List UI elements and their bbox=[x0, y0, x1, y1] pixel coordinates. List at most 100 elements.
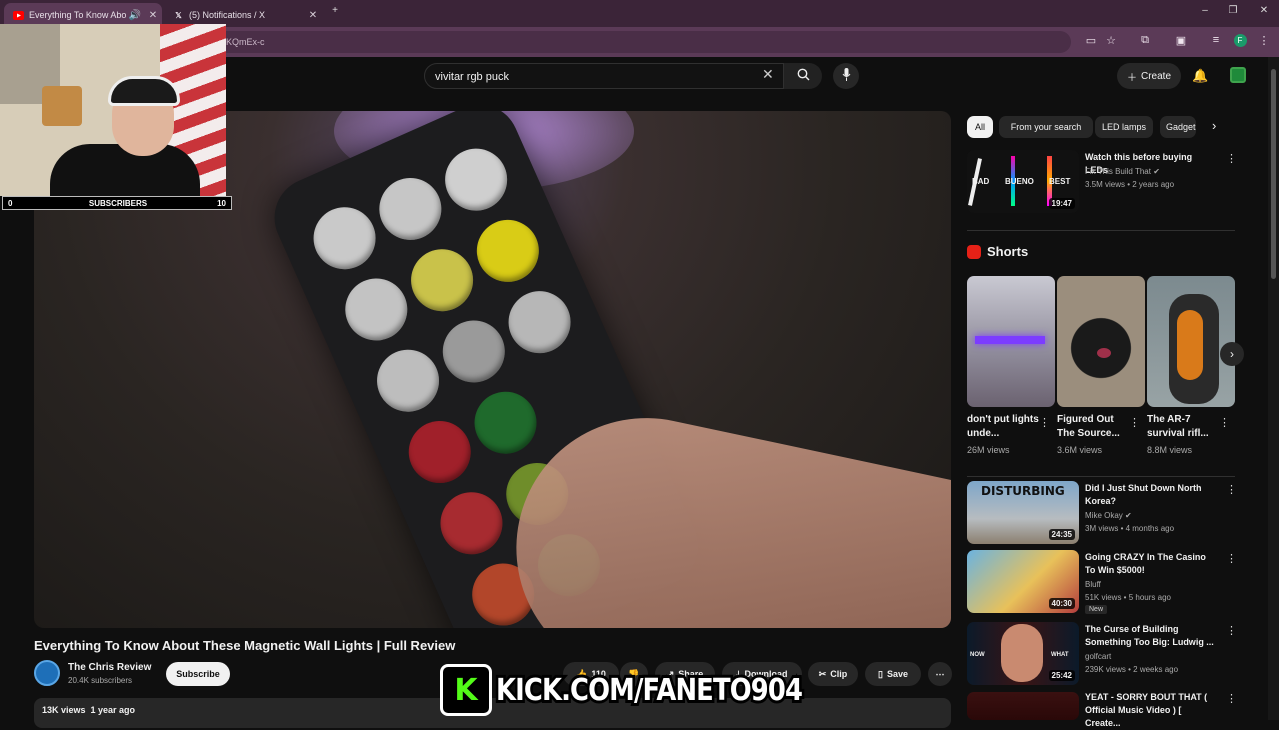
recommendation-title[interactable]: The Curse of Building Something Too Big:… bbox=[1085, 623, 1217, 649]
remote-button bbox=[367, 339, 449, 422]
short-thumbnail[interactable] bbox=[1057, 276, 1145, 407]
more-options-icon[interactable]: ⋮ bbox=[1226, 552, 1237, 565]
channel-name[interactable]: The Chris Review bbox=[68, 662, 151, 673]
subscribe-button[interactable]: Subscribe bbox=[166, 662, 230, 686]
more-horizontal-icon: ⋯ bbox=[935, 668, 945, 679]
save-playlist-icon: ▯ bbox=[878, 668, 883, 679]
short-title[interactable]: don't put lights unde... bbox=[967, 413, 1043, 441]
create-button[interactable]: ＋ Create bbox=[1117, 63, 1181, 89]
profile-avatar-icon[interactable]: F bbox=[1231, 34, 1249, 47]
divider bbox=[967, 230, 1235, 231]
subscriber-count: 20.4K subscribers bbox=[68, 676, 133, 685]
streamer-webcam bbox=[0, 24, 226, 196]
recommendation-channel[interactable]: Mike Okay ✔ bbox=[1085, 511, 1132, 520]
recommendation-channel[interactable]: golfcart bbox=[1085, 652, 1111, 661]
chevron-right-icon[interactable]: › bbox=[1212, 118, 1216, 133]
close-tab-icon[interactable]: ✕ bbox=[304, 10, 322, 21]
short-title[interactable]: Figured Out The Source... bbox=[1057, 413, 1133, 441]
plus-icon: ＋ bbox=[1126, 72, 1137, 84]
x-favicon-icon: 𝕏 bbox=[175, 10, 182, 20]
video-thumbnail[interactable]: NOW WHAT 25:42 bbox=[967, 622, 1079, 685]
minimize-icon[interactable]: – bbox=[1195, 5, 1215, 16]
reading-list-icon[interactable]: ≡ bbox=[1207, 34, 1225, 46]
chip-led-lamps[interactable]: LED lamps bbox=[1095, 116, 1153, 138]
recommendation-meta: 239K views • 2 weeks ago bbox=[1085, 665, 1179, 674]
video-duration: 25:42 bbox=[1048, 670, 1075, 681]
new-tab-button[interactable]: + bbox=[325, 5, 345, 16]
kick-logo: K bbox=[440, 664, 492, 716]
short-thumbnail[interactable] bbox=[967, 276, 1055, 407]
close-tab-icon[interactable]: ✕ bbox=[144, 10, 162, 21]
verified-icon: ✔ bbox=[1125, 511, 1132, 520]
view-stats: 13K views 1 year ago bbox=[42, 705, 136, 715]
browser-menu-icon[interactable]: ⋮ bbox=[1255, 34, 1273, 47]
shorts-next-button[interactable]: › bbox=[1220, 342, 1244, 366]
recommendation-title[interactable]: Did I Just Shut Down North Korea? bbox=[1085, 482, 1217, 508]
more-options-icon[interactable]: ⋮ bbox=[1129, 416, 1140, 429]
short-title[interactable]: The AR-7 survival rifl... bbox=[1147, 413, 1223, 441]
scrollbar-thumb[interactable] bbox=[1271, 69, 1276, 279]
video-thumbnail[interactable] bbox=[967, 692, 1079, 720]
save-label: Save bbox=[886, 669, 908, 679]
thumb-label: DISTURBING bbox=[981, 484, 1065, 498]
recommendation-title[interactable]: Going CRAZY In The Casino To Win $5000! bbox=[1085, 551, 1217, 577]
notifications-bell-icon[interactable]: 🔔 bbox=[1192, 68, 1208, 84]
chip-all[interactable]: All bbox=[967, 116, 993, 138]
remote-button bbox=[430, 482, 513, 565]
remote-button bbox=[464, 381, 547, 464]
remote-button bbox=[466, 209, 549, 292]
save-button[interactable]: ▯ Save bbox=[865, 662, 921, 686]
goal-target: 10 bbox=[217, 199, 226, 208]
video-thumbnail[interactable]: 40:30 bbox=[967, 550, 1079, 613]
more-options-icon[interactable]: ⋮ bbox=[1219, 416, 1230, 429]
tab-search-icon[interactable]: ▣ bbox=[1172, 34, 1190, 47]
url-field[interactable]: KQmEx-c bbox=[216, 31, 1071, 53]
channel-name: Fix This Build That bbox=[1085, 167, 1151, 176]
bookmark-star-icon[interactable]: ☆ bbox=[1102, 34, 1120, 47]
chip-gadgets[interactable]: Gadgets bbox=[1160, 116, 1196, 138]
voice-search-button[interactable] bbox=[833, 63, 859, 89]
video-duration: 24:35 bbox=[1048, 529, 1075, 540]
search-button[interactable] bbox=[784, 63, 822, 89]
remote-button bbox=[432, 310, 515, 393]
speaker-icon[interactable]: 🔊 bbox=[126, 10, 144, 21]
url-text: KQmEx-c bbox=[226, 37, 265, 47]
clear-search-icon[interactable]: ✕ bbox=[762, 66, 774, 83]
more-options-icon[interactable]: ⋮ bbox=[1226, 624, 1237, 637]
browser-tab-strip: Everything To Know About 🔊 ✕ 𝕏 (5) Notif… bbox=[0, 0, 1279, 27]
chair bbox=[42, 86, 82, 126]
short-views: 3.6M views bbox=[1057, 445, 1103, 455]
video-thumbnail[interactable]: DISTURBING 24:35 bbox=[967, 481, 1079, 544]
restore-icon[interactable]: ❐ bbox=[1223, 5, 1243, 16]
more-options-icon[interactable]: ⋮ bbox=[1226, 152, 1237, 165]
recommendation-channel[interactable]: Fix This Build That ✔ bbox=[1085, 167, 1160, 176]
short-thumbnail[interactable] bbox=[1147, 276, 1235, 407]
tab-title: (5) Notifications / X bbox=[189, 10, 266, 20]
extensions-icon[interactable]: ⧉ bbox=[1136, 34, 1154, 47]
divider bbox=[967, 476, 1235, 477]
chip-from-your-search[interactable]: From your search bbox=[999, 116, 1093, 138]
channel-name: Mike Okay bbox=[1085, 511, 1123, 520]
recommendation-title[interactable]: YEAT - SORRY BOUT THAT ( Official Music … bbox=[1085, 691, 1217, 730]
more-options-icon[interactable]: ⋮ bbox=[1226, 692, 1237, 705]
more-options-icon[interactable]: ⋮ bbox=[1226, 483, 1237, 496]
recommendation-channel[interactable]: Bluff bbox=[1085, 580, 1101, 589]
thumb-label: NOW bbox=[970, 652, 985, 658]
recommendation-meta: 3M views • 4 months ago bbox=[1085, 524, 1175, 533]
account-avatar[interactable] bbox=[1230, 67, 1246, 83]
subscriber-goal-bar: 0 SUBSCRIBERS 10 bbox=[2, 196, 232, 210]
close-window-icon[interactable]: ✕ bbox=[1254, 5, 1274, 16]
search-input[interactable]: vivitar rgb puck bbox=[424, 63, 784, 89]
video-thumbnail[interactable]: BAD BUENO BEST 19:47 bbox=[967, 150, 1079, 213]
microphone-icon bbox=[842, 68, 851, 84]
more-actions-button[interactable]: ⋯ bbox=[928, 662, 952, 686]
remote-button bbox=[435, 138, 518, 221]
remote-button bbox=[398, 411, 481, 493]
channel-avatar[interactable] bbox=[34, 660, 60, 686]
cast-icon[interactable]: ▭ bbox=[1082, 34, 1100, 47]
video-duration: 19:47 bbox=[1048, 198, 1075, 209]
more-options-icon[interactable]: ⋮ bbox=[1039, 416, 1050, 429]
remote-button bbox=[335, 268, 418, 351]
page-scrollbar[interactable] bbox=[1268, 57, 1279, 720]
search-icon bbox=[797, 68, 810, 84]
